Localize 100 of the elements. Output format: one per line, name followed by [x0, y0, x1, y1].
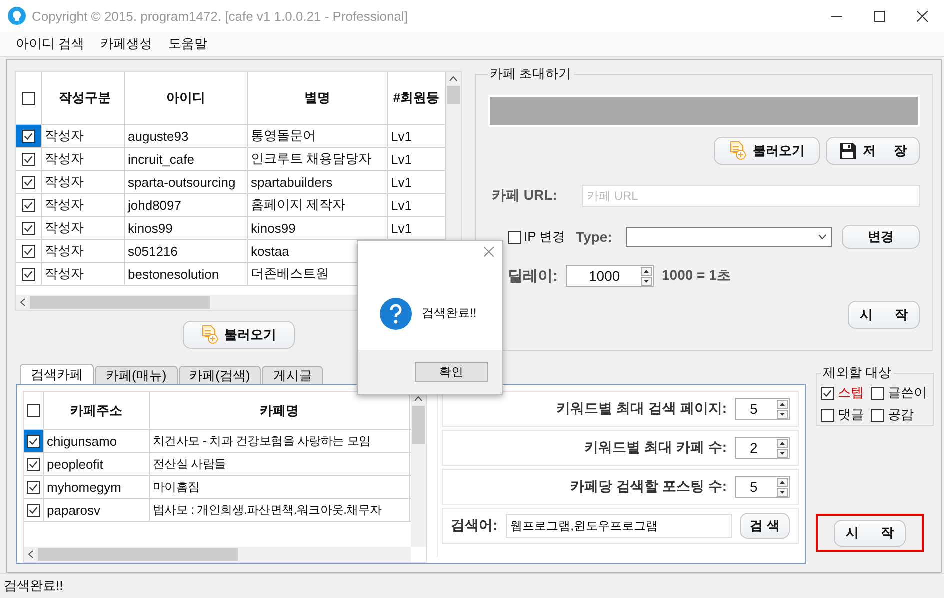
- table-cell: peopleofit: [44, 453, 150, 475]
- tab[interactable]: 검색카페: [20, 364, 94, 384]
- spin-up-icon[interactable]: [777, 400, 788, 408]
- table-cell: 법사모 : 개인회생.파산면책.워크아웃.채무자: [150, 499, 410, 521]
- url-field[interactable]: 카페 URL: [582, 185, 920, 207]
- change-button[interactable]: 변경: [842, 225, 920, 249]
- table-cell: johd8097: [125, 194, 248, 216]
- scroll-thumb[interactable]: [447, 86, 460, 104]
- dialog-message: 검색완료!!: [422, 305, 477, 322]
- table-cell: 홈페이지 제작자: [248, 194, 388, 216]
- setting-label: 카페당 검색할 포스팅 수:: [570, 478, 727, 496]
- table-cell: kinos99: [248, 217, 388, 239]
- tab[interactable]: 게시글: [262, 366, 324, 384]
- number-spinner[interactable]: 2: [735, 437, 790, 459]
- checkbox[interactable]: [871, 408, 884, 422]
- table-cell: Lv1: [391, 152, 412, 166]
- spin-up-icon[interactable]: [777, 478, 788, 486]
- table-cell: 전산실 사람들: [150, 453, 410, 475]
- spin-down-icon[interactable]: [777, 448, 788, 458]
- checkbox[interactable]: [27, 434, 40, 448]
- load-button[interactable]: 불러오기: [714, 137, 820, 165]
- table-cell: paparosv: [44, 499, 150, 521]
- checkbox-label: 댓글: [838, 406, 864, 424]
- lightbulb-icon: [8, 7, 26, 25]
- tab[interactable]: 카페(매뉴): [95, 366, 178, 384]
- spin-up-icon[interactable]: [777, 438, 788, 448]
- spin-down-icon[interactable]: [777, 410, 788, 418]
- table-cell: 작성자: [42, 240, 125, 262]
- setting-label: 키워드별 최대 카페 수:: [584, 439, 727, 457]
- field-label: 딜레이:: [507, 266, 558, 286]
- tab[interactable]: 카페(검색): [178, 366, 262, 384]
- column-header: 카페주소: [44, 392, 150, 429]
- spin-down-icon[interactable]: [641, 276, 652, 286]
- checkbox[interactable]: [22, 198, 35, 212]
- checkbox[interactable]: [22, 176, 35, 188]
- table-cell: 통영돌문어: [248, 125, 388, 147]
- checkbox[interactable]: [27, 504, 40, 516]
- row-selector[interactable]: [24, 499, 44, 521]
- table-cell: 작성자: [42, 194, 125, 216]
- column-header: 아이디: [125, 72, 248, 124]
- spin-up-icon[interactable]: [641, 266, 652, 276]
- checkbox[interactable]: [821, 386, 834, 400]
- maximize-icon[interactable]: [874, 10, 885, 22]
- menu-item[interactable]: 도움말: [160, 35, 216, 53]
- table-cell: chigunsamo: [44, 430, 150, 452]
- group-title: 제외할 대상: [822, 364, 893, 382]
- number-spinner[interactable]: 5: [735, 398, 790, 420]
- close-icon[interactable]: [917, 10, 928, 22]
- checkbox[interactable]: [22, 130, 35, 142]
- field-label: Type:: [576, 229, 614, 245]
- table-cell: spartabuilders: [248, 171, 388, 193]
- horizontal-scrollbar[interactable]: [24, 547, 411, 562]
- row-selector[interactable]: [24, 453, 44, 475]
- menu-item[interactable]: 아이디 검색: [8, 35, 93, 53]
- checkbox[interactable]: [22, 244, 35, 258]
- column-header: 별명: [248, 72, 388, 124]
- document-add-icon: [729, 141, 747, 161]
- checkbox-label: IP 변경: [524, 228, 566, 246]
- group-title: 카페 초대하기: [489, 65, 573, 83]
- menu-item[interactable]: 카페생성: [92, 35, 161, 53]
- keyword-field[interactable]: 웹프로그램,윈도우프로그램: [506, 514, 732, 538]
- scroll-thumb[interactable]: [30, 296, 210, 309]
- row-selector[interactable]: [16, 125, 42, 147]
- table-cell: myhomegym: [44, 476, 150, 498]
- load-button[interactable]: 불러오기: [182, 321, 294, 349]
- search-button[interactable]: 검 색: [740, 513, 790, 539]
- row-selector[interactable]: [24, 430, 44, 452]
- checkbox[interactable]: [22, 152, 35, 166]
- checkbox[interactable]: [22, 268, 35, 280]
- scroll-thumb[interactable]: [38, 548, 238, 561]
- table-cell: Lv1: [391, 128, 412, 144]
- vertical-scrollbar[interactable]: [411, 392, 426, 547]
- checkbox[interactable]: [508, 230, 521, 244]
- type-dropdown[interactable]: [626, 227, 832, 247]
- checkbox[interactable]: [871, 386, 884, 400]
- start-button[interactable]: 시 작: [848, 301, 920, 329]
- field-label: 검색어:: [451, 517, 498, 535]
- spin-down-icon[interactable]: [777, 488, 788, 496]
- checkbox[interactable]: [821, 408, 834, 422]
- save-button[interactable]: 저 장: [826, 137, 920, 165]
- chevron-down-icon: [818, 234, 827, 240]
- number-spinner[interactable]: 5: [735, 476, 790, 498]
- start-button[interactable]: 시 작: [834, 520, 906, 546]
- table-cell: 작성자: [42, 217, 125, 239]
- checkbox[interactable]: [22, 222, 35, 234]
- field-label: 카페 URL:: [491, 187, 558, 205]
- checkbox[interactable]: [27, 458, 40, 470]
- table-cell: bestonesolution: [125, 263, 248, 285]
- checkbox[interactable]: [22, 92, 35, 104]
- delay-spinner[interactable]: 1000: [566, 265, 654, 287]
- table-cell: 치건사모 - 치과 건강보험을 사랑하는 모임: [150, 430, 410, 452]
- scroll-thumb[interactable]: [412, 406, 425, 444]
- ok-button[interactable]: 확인: [415, 362, 488, 382]
- checkbox[interactable]: [27, 480, 40, 494]
- table-cell: Lv1: [391, 198, 412, 212]
- checkbox[interactable]: [27, 404, 40, 417]
- table-cell: 작성자: [42, 148, 125, 170]
- row-selector[interactable]: [24, 476, 44, 498]
- question-icon: [380, 298, 412, 330]
- table-cell: 인크루트 채용담당자: [248, 148, 388, 170]
